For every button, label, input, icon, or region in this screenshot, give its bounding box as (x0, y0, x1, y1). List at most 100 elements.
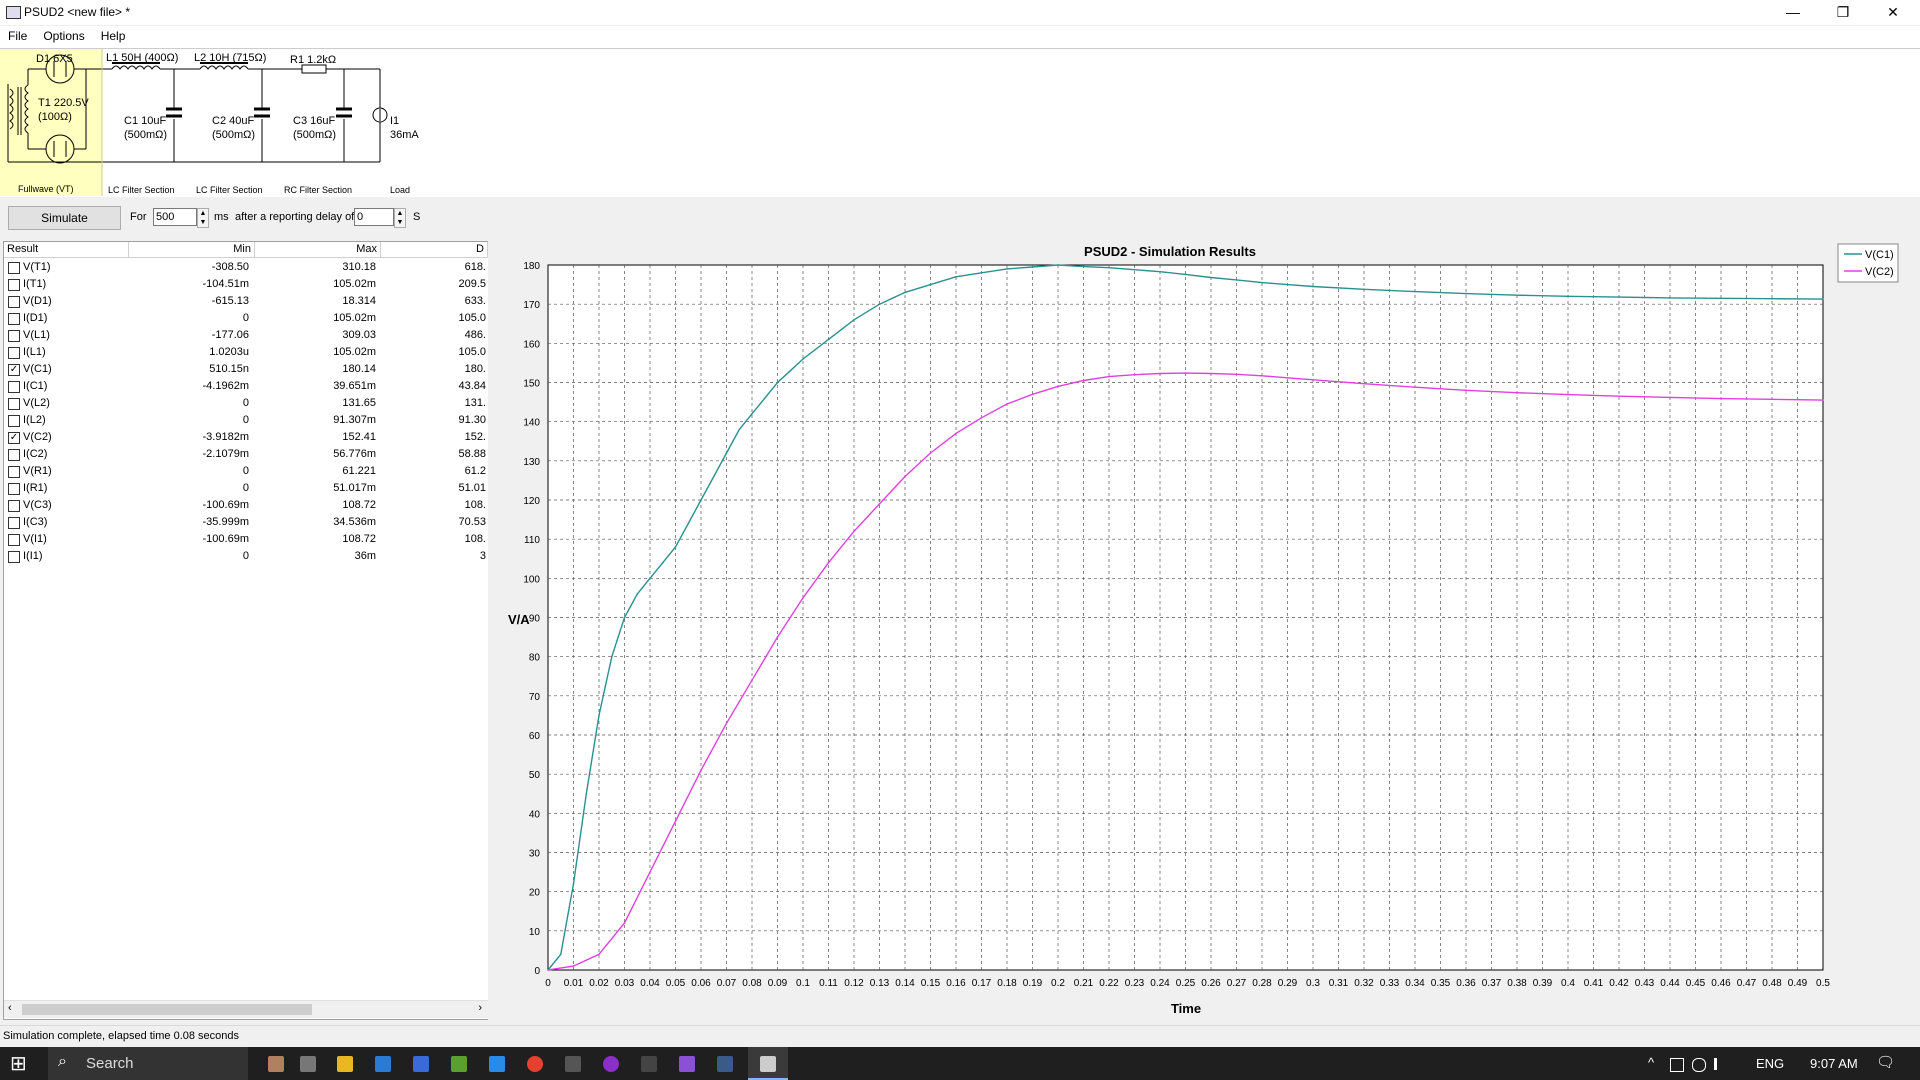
x-tick-label: 0.01 (564, 978, 584, 989)
simulate-button[interactable]: Simulate (8, 206, 121, 230)
row-checkbox[interactable] (8, 313, 20, 325)
menu-help[interactable]: Help (93, 26, 134, 43)
table-row[interactable]: I(C2) -2.1079m 56.776m 58.88 (4, 446, 488, 463)
visual-studio-icon[interactable] (679, 1056, 695, 1072)
legend-label-vc1: V(C1) (1865, 249, 1894, 261)
table-row[interactable]: I(R1) 0 51.017m 51.01 (4, 480, 488, 497)
data-point (764, 397, 766, 399)
result-min: -177.06 (211, 329, 249, 341)
app-icon-gray[interactable] (565, 1056, 581, 1072)
table-row[interactable]: V(L1) -177.06 309.03 486. (4, 327, 488, 344)
duration-input[interactable] (153, 208, 197, 226)
result-min: -100.69m (202, 499, 249, 511)
sync-icon[interactable] (1692, 1058, 1706, 1072)
table-row[interactable]: I(L2) 0 91.307m 91.30 (4, 412, 488, 429)
data-point (1184, 372, 1187, 374)
row-checkbox[interactable] (8, 330, 20, 342)
clock[interactable]: 9:07 AM (1810, 1056, 1858, 1071)
data-point (853, 530, 855, 533)
file-explorer-icon[interactable] (337, 1056, 353, 1072)
data-point (1031, 393, 1034, 396)
row-checkbox[interactable] (8, 398, 20, 410)
delay-input[interactable] (354, 208, 394, 226)
result-min: 0 (242, 482, 249, 494)
table-row[interactable]: V(R1) 0 61.221 61.2 (4, 463, 488, 480)
row-checkbox[interactable] (8, 534, 20, 546)
minimize-button[interactable]: — (1770, 0, 1816, 25)
table-row[interactable]: I(T1) -104.51m 105.02m 209.5 (4, 276, 488, 293)
start-button[interactable]: ⊞ (10, 1051, 27, 1076)
scroll-right-icon[interactable]: › (478, 1002, 482, 1014)
data-point (1414, 386, 1416, 388)
data-point (1771, 398, 1773, 401)
column-min[interactable]: Min (129, 242, 255, 257)
row-checkbox[interactable]: ✓ (8, 364, 20, 376)
duration-spinner[interactable]: ▲ ▼ (197, 208, 209, 228)
x-tick-label: 0.08 (742, 978, 762, 989)
table-row[interactable]: I(L1) 1.0203u 105.02m 105.0 (4, 344, 488, 361)
data-point (572, 883, 575, 885)
data-point (572, 965, 575, 967)
column-result[interactable]: Result (4, 242, 129, 257)
magnifier-icon[interactable] (641, 1056, 657, 1072)
task-view-icon[interactable] (300, 1056, 316, 1072)
x-tick-label: 0.48 (1762, 978, 1782, 989)
table-row[interactable]: V(C3) -100.69m 108.72 108. (4, 497, 488, 514)
table-row[interactable]: V(L2) 0 131.65 131. (4, 395, 488, 412)
search-box[interactable]: ⌕ Search (48, 1047, 248, 1080)
row-checkbox[interactable] (8, 483, 20, 495)
scrollbar-thumb[interactable] (22, 1004, 312, 1015)
row-checkbox[interactable] (8, 449, 20, 461)
row-checkbox[interactable] (8, 415, 20, 427)
app-icon-purple[interactable] (603, 1056, 619, 1072)
table-row[interactable]: I(C1) -4.1962m 39.651m 43.84 (4, 378, 488, 395)
delay-spinner[interactable]: ▲ ▼ (394, 208, 406, 228)
menu-options[interactable]: Options (35, 26, 92, 43)
result-max: 105.02m (333, 312, 376, 324)
scroll-left-icon[interactable]: ‹ (8, 1002, 12, 1014)
table-row[interactable]: I(I1) 0 36m 3 (4, 548, 488, 565)
table-row[interactable]: I(C3) -35.999m 34.536m 70.53 (4, 514, 488, 531)
restore-button[interactable]: ❐ (1820, 0, 1866, 25)
data-point (1567, 295, 1569, 298)
chrome-icon[interactable] (527, 1056, 543, 1072)
row-checkbox[interactable] (8, 262, 20, 274)
app-icon-blue[interactable] (413, 1056, 429, 1072)
row-checkbox[interactable] (8, 381, 20, 393)
data-point (1108, 375, 1110, 378)
row-checkbox[interactable] (8, 279, 20, 291)
table-row[interactable]: V(I1) -100.69m 108.72 108. (4, 531, 488, 548)
mechanic-app-icon[interactable] (268, 1056, 284, 1072)
diode-label: D1 6X5 (36, 53, 73, 65)
row-checkbox[interactable] (8, 517, 20, 529)
menu-file[interactable]: File (0, 26, 35, 43)
row-checkbox[interactable] (8, 466, 20, 478)
row-checkbox[interactable] (8, 551, 20, 563)
x-tick-label: 0.04 (640, 978, 660, 989)
volume-icon[interactable] (1714, 1058, 1729, 1070)
data-point (1363, 382, 1365, 385)
tray-overflow-icon[interactable]: ^ (1648, 1055, 1654, 1070)
table-row[interactable]: V(T1) -308.50 310.18 618. (4, 259, 488, 276)
psud2-taskbar-button[interactable] (748, 1047, 788, 1080)
row-checkbox[interactable] (8, 500, 20, 512)
table-row[interactable]: V(D1) -615.13 18.314 633. (4, 293, 488, 310)
notification-icon[interactable]: 🗨 (1876, 1053, 1895, 1071)
table-row[interactable]: ✓ V(C2) -3.9182m 152.41 152. (4, 429, 488, 446)
row-checkbox[interactable] (8, 296, 20, 308)
steam-icon[interactable] (717, 1056, 733, 1072)
network-icon[interactable] (1670, 1058, 1684, 1072)
table-row[interactable]: ✓ V(C1) 510.15n 180.14 180. (4, 361, 488, 378)
table-row[interactable]: I(D1) 0 105.02m 105.0 (4, 310, 488, 327)
close-button[interactable]: ✕ (1870, 0, 1916, 25)
code-editor-icon[interactable] (489, 1056, 505, 1072)
spreadsheet-icon[interactable] (451, 1056, 467, 1072)
row-checkbox[interactable] (8, 347, 20, 359)
column-d[interactable]: D (381, 242, 488, 257)
horizontal-scrollbar[interactable]: ‹ › (4, 1000, 488, 1018)
column-max[interactable]: Max (255, 242, 381, 257)
language-indicator[interactable]: ENG (1756, 1056, 1784, 1071)
result-d: 61.2 (464, 465, 486, 477)
row-checkbox[interactable]: ✓ (8, 432, 20, 444)
mail-icon[interactable] (375, 1056, 391, 1072)
